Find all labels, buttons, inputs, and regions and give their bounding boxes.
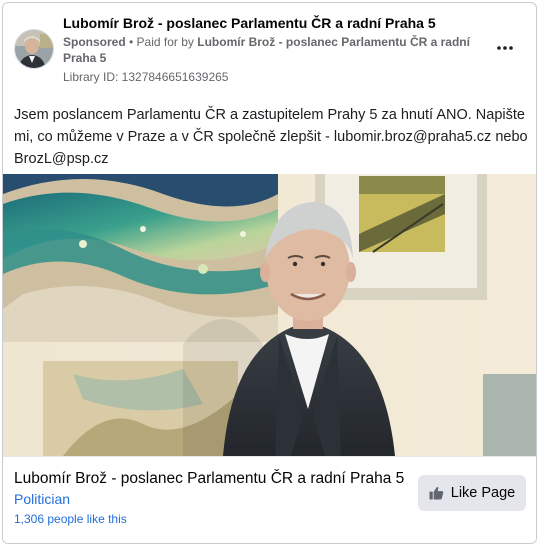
avatar-image xyxy=(15,30,53,68)
page-name-link[interactable]: Lubomír Brož - poslanec Parlamentu ČR a … xyxy=(63,14,493,32)
more-horizontal-icon xyxy=(497,46,513,50)
page-category-link[interactable]: Politician xyxy=(14,490,70,508)
footer-page-name[interactable]: Lubomír Brož - poslanec Parlamentu ČR a … xyxy=(14,469,414,489)
library-id: Library ID: 1327846651639265 xyxy=(63,70,229,84)
ad-image[interactable] xyxy=(3,174,536,456)
thumbs-up-icon xyxy=(429,486,444,500)
page-avatar[interactable] xyxy=(14,29,54,69)
more-options-button[interactable] xyxy=(494,37,516,59)
ad-body-text: Jsem poslancem Parlamentu ČR a zastupite… xyxy=(14,107,528,167)
ad-header: Lubomír Brož - poslanec Parlamentu ČR a … xyxy=(3,3,536,95)
sponsored-meta: Sponsored • Paid for by Lubomír Brož - p… xyxy=(63,34,488,66)
paid-for-prefix: Paid for by xyxy=(136,35,198,49)
sponsored-label: Sponsored xyxy=(63,35,126,49)
like-page-label: Like Page xyxy=(450,485,516,501)
like-page-button[interactable]: Like Page xyxy=(418,475,526,511)
meta-separator: • xyxy=(125,35,137,49)
page-likes-count[interactable]: 1,306 people like this xyxy=(14,511,127,527)
ad-card: Lubomír Brož - poslanec Parlamentu ČR a … xyxy=(2,2,537,544)
ad-footer: Lubomír Brož - poslanec Parlamentu ČR a … xyxy=(3,456,536,543)
ad-photo xyxy=(3,174,536,456)
